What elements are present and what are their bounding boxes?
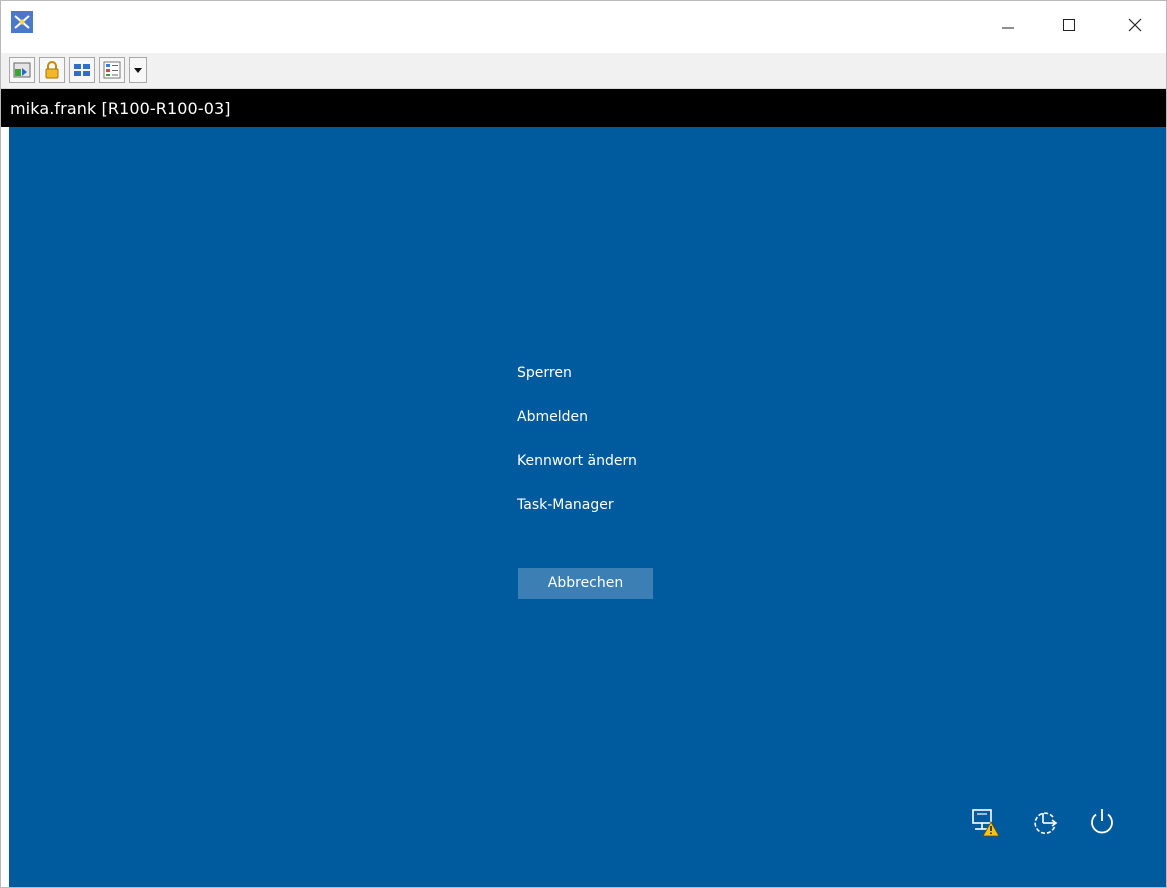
network-button[interactable]: [969, 805, 1003, 839]
maximize-button[interactable]: [1046, 1, 1092, 53]
close-button[interactable]: [1112, 1, 1158, 53]
ease-of-access-icon: [1029, 812, 1063, 843]
list-view-button[interactable]: [99, 57, 125, 83]
power-button[interactable]: [1085, 805, 1119, 839]
app-logo-icon: [11, 11, 33, 33]
security-options-menu: Sperren Abmelden Kennwort ändern Task-Ma…: [517, 361, 637, 537]
maximize-icon: [1062, 18, 1076, 37]
application-window: mika.frank [R100-R100-03] Sperren Abmeld…: [0, 0, 1167, 888]
toolbar-dropdown-button[interactable]: [129, 57, 147, 83]
remote-desktop-area[interactable]: Sperren Abmelden Kennwort ändern Task-Ma…: [9, 127, 1166, 887]
session-bar: mika.frank [R100-R100-03]: [1, 89, 1166, 127]
network-warning-icon: [969, 809, 1003, 843]
change-password-option[interactable]: Kennwort ändern: [517, 449, 637, 493]
toolbar: [1, 53, 1166, 89]
minimize-button[interactable]: [985, 1, 1031, 53]
cancel-button[interactable]: Abbrechen: [518, 568, 653, 599]
close-icon: [1127, 17, 1143, 38]
title-bar[interactable]: [1, 1, 1166, 53]
tile-windows-button[interactable]: [69, 57, 95, 83]
transfer-button[interactable]: [9, 57, 35, 83]
sign-out-option[interactable]: Abmelden: [517, 405, 637, 449]
task-manager-option[interactable]: Task-Manager: [517, 493, 637, 537]
power-icon: [1085, 809, 1119, 843]
ease-of-access-button[interactable]: [1029, 805, 1063, 839]
session-title: mika.frank [R100-R100-03]: [10, 99, 231, 118]
lock-button[interactable]: [39, 57, 65, 83]
lock-option[interactable]: Sperren: [517, 361, 637, 405]
minimize-icon: [1001, 18, 1015, 37]
